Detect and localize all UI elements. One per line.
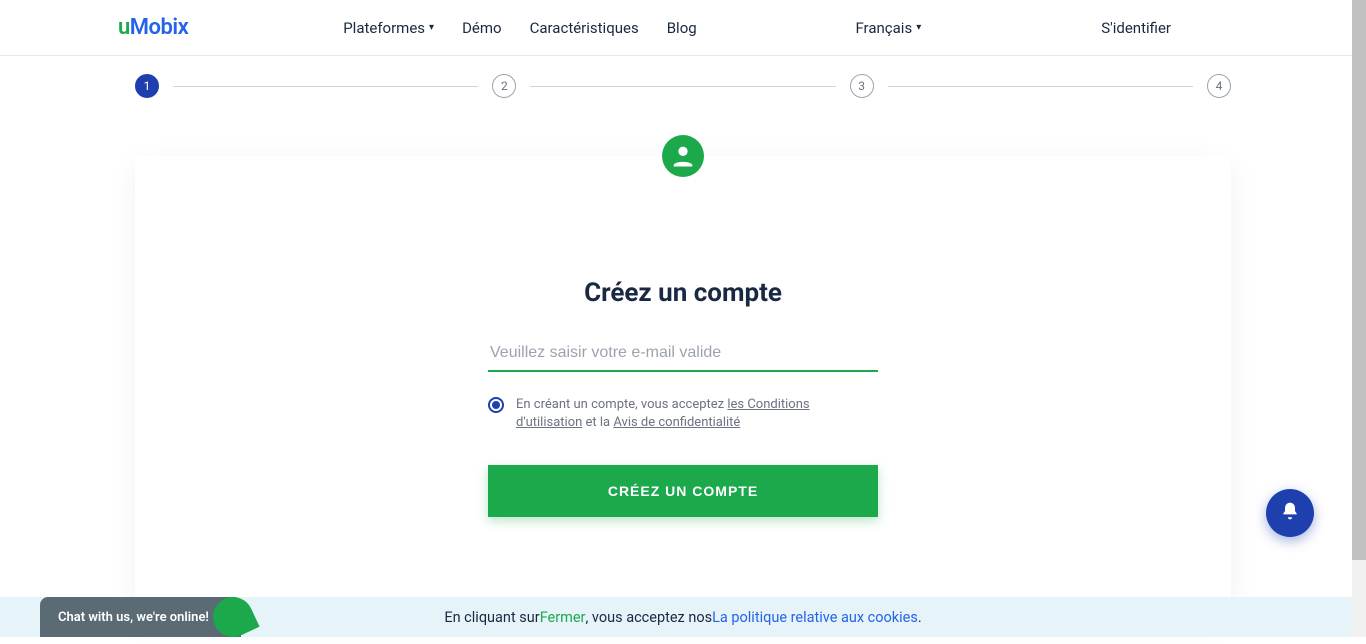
chat-widget[interactable]: Chat with us, we're online! <box>40 597 241 637</box>
step-3: 3 <box>850 74 874 98</box>
step-1: 1 <box>135 74 159 98</box>
chevron-down-icon: ▾ <box>429 22 434 33</box>
form-title: Créez un compte <box>175 278 1191 308</box>
create-account-button[interactable]: CRÉEZ UN COMPTE <box>488 465 878 517</box>
consent-middle: et la <box>582 415 613 430</box>
signup-card: Créez un compte En créant un compte, vou… <box>135 156 1231 616</box>
email-input[interactable] <box>488 336 878 372</box>
form: En créant un compte, vous acceptez les C… <box>488 336 878 517</box>
chevron-down-icon: ▾ <box>916 22 921 33</box>
card-wrapper: Créez un compte En créant un compte, vou… <box>0 156 1366 616</box>
stepper: 1 2 3 4 <box>0 74 1366 98</box>
step-4: 4 <box>1207 74 1231 98</box>
cookie-prefix: En cliquant sur <box>444 609 539 626</box>
nav-blog[interactable]: Blog <box>667 19 697 37</box>
person-icon <box>662 135 704 177</box>
nav-demo[interactable]: Démo <box>462 19 502 37</box>
signin-link[interactable]: S'identifier <box>1101 19 1171 37</box>
chat-text: Chat with us, we're online! <box>58 610 209 625</box>
cookie-mid: , vous acceptez nos <box>585 609 712 626</box>
logo[interactable]: uMobix <box>118 15 188 40</box>
step-line <box>173 86 478 87</box>
logo-part-u: u <box>118 15 130 40</box>
cookie-policy-link[interactable]: La politique relative aux cookies <box>712 609 918 626</box>
language-selector[interactable]: Français ▾ <box>855 19 921 37</box>
consent-radio[interactable] <box>488 397 504 413</box>
nav-features[interactable]: Caractéristiques <box>530 19 639 37</box>
step-2: 2 <box>492 74 516 98</box>
logo-part-mobix: Mobix <box>130 15 188 40</box>
radio-dot-icon <box>492 401 500 409</box>
language-label: Français <box>855 19 912 37</box>
header: uMobix Plateformes ▾ Démo Caractéristiqu… <box>0 0 1366 56</box>
nav-platforms-label: Plateformes <box>343 19 425 37</box>
cookie-close-link[interactable]: Fermer <box>540 609 586 626</box>
cookie-suffix: . <box>918 609 922 626</box>
consent-text: En créant un compte, vous acceptez les C… <box>516 396 878 431</box>
consent-prefix: En créant un compte, vous acceptez <box>516 397 727 412</box>
step-line <box>530 86 835 87</box>
nav-platforms[interactable]: Plateformes ▾ <box>343 19 434 37</box>
scrollbar-thumb[interactable] <box>1352 0 1366 560</box>
step-line <box>888 86 1193 87</box>
consent-row: En créant un compte, vous acceptez les C… <box>488 396 878 431</box>
nav: Plateformes ▾ Démo Caractéristiques Blog <box>343 19 696 37</box>
notification-fab[interactable] <box>1266 489 1314 537</box>
bell-icon <box>1280 501 1300 525</box>
privacy-link[interactable]: Avis de confidentialité <box>613 415 740 430</box>
